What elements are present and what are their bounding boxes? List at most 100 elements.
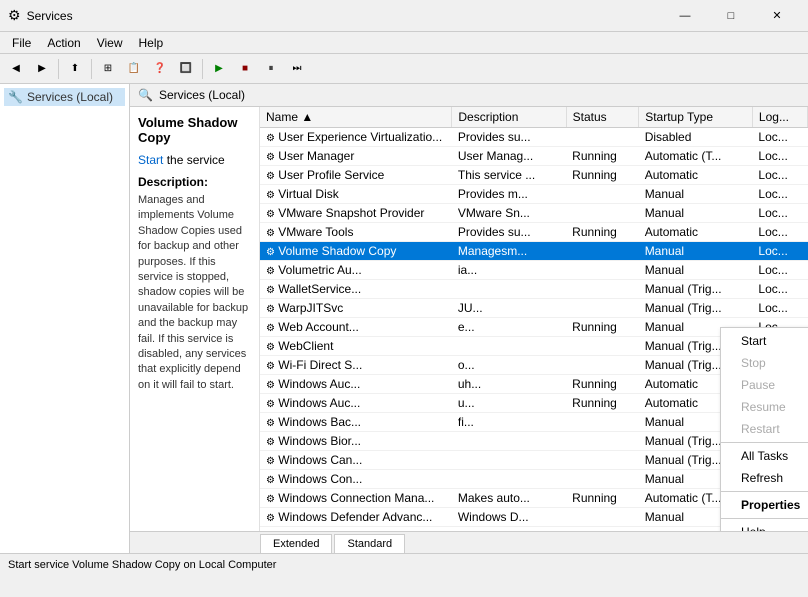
table-row[interactable]: ⚙ WalletService...Manual (Trig...Loc... (260, 280, 808, 299)
table-row[interactable]: ⚙ VMware ToolsProvides su...RunningAutom… (260, 223, 808, 242)
context-menu-separator (721, 518, 808, 519)
service-icon: ⚙ (266, 494, 275, 505)
window-title: Services (27, 9, 662, 23)
tab-bar: Extended Standard (130, 531, 808, 553)
context-menu-item-refresh[interactable]: Refresh (721, 467, 808, 489)
context-menu-item-all-tasks[interactable]: All Tasks▶ (721, 445, 808, 467)
detail-title: Volume Shadow Copy (138, 115, 251, 145)
close-button[interactable]: ✕ (754, 0, 800, 32)
menu-view[interactable]: View (89, 34, 131, 52)
table-row[interactable]: ⚙ User ManagerUser Manag...RunningAutoma… (260, 147, 808, 166)
ctx-item-label: Resume (741, 400, 786, 414)
service-icon: ⚙ (266, 456, 275, 467)
content-header-icon: 🔍 (138, 88, 153, 102)
pause-service-toolbar-button[interactable]: ⏸ (259, 57, 283, 81)
context-menu-item-help[interactable]: Help (721, 521, 808, 531)
content-header: 🔍 Services (Local) (130, 84, 808, 107)
detail-panel: Volume Shadow Copy Start the service Des… (130, 107, 260, 531)
service-icon: ⚙ (266, 475, 275, 486)
maximize-button[interactable]: □ (708, 0, 754, 32)
toolbar-separator-2 (91, 59, 92, 79)
resume-service-toolbar-button[interactable]: ⏭ (285, 57, 309, 81)
service-icon: ⚙ (266, 247, 275, 258)
ctx-item-label: Refresh (741, 471, 783, 485)
services-local-icon: 🔧 (8, 90, 23, 104)
context-menu-item-start[interactable]: Start (721, 330, 808, 352)
new-toolbar-button[interactable]: 🔲 (174, 57, 198, 81)
context-menu: Start Stop Pause Resume Restart All Tasks▶ Ref… (720, 327, 808, 531)
minimize-button[interactable]: — (662, 0, 708, 32)
toolbar: ◀ ▶ ⬆ ⊞ 📋 ❓ 🔲 ▶ ■ ⏸ ⏭ (0, 54, 808, 84)
service-icon: ⚙ (266, 361, 275, 372)
context-menu-separator (721, 491, 808, 492)
properties-toolbar-button[interactable]: 📋 (122, 57, 146, 81)
sidebar-item-label: Services (Local) (27, 90, 113, 104)
col-status[interactable]: Status (566, 107, 639, 128)
context-menu-item-resume: Resume (721, 396, 808, 418)
sidebar: 🔧 Services (Local) (0, 84, 130, 553)
table-row[interactable]: ⚙ Virtual DiskProvides m...ManualLoc... (260, 185, 808, 204)
menu-action[interactable]: Action (39, 34, 88, 52)
service-icon: ⚙ (266, 437, 275, 448)
col-startup[interactable]: Startup Type (639, 107, 753, 128)
window-controls: — □ ✕ (662, 0, 800, 32)
main-content: 🔧 Services (Local) 🔍 Services (Local) Vo… (0, 84, 808, 553)
table-row[interactable]: ⚙ User Profile ServiceThis service ...Ru… (260, 166, 808, 185)
service-icon: ⚙ (266, 228, 275, 239)
table-header-row: Name ▲ Description Status Startup Type L… (260, 107, 808, 128)
context-menu-item-properties[interactable]: Properties (721, 494, 808, 516)
content-header-label: Services (Local) (159, 88, 245, 102)
service-icon: ⚙ (266, 152, 275, 163)
ctx-item-label: Stop (741, 356, 766, 370)
forward-button[interactable]: ▶ (30, 57, 54, 81)
menu-file[interactable]: File (4, 34, 39, 52)
service-icon: ⚙ (266, 209, 275, 220)
toolbar-separator-3 (202, 59, 203, 79)
table-row[interactable]: ⚙ Volume Shadow CopyManagesm...ManualLoc… (260, 242, 808, 261)
status-text: Start service Volume Shadow Copy on Loca… (8, 559, 276, 571)
tab-extended[interactable]: Extended (260, 534, 332, 553)
service-icon: ⚙ (266, 380, 275, 391)
table-row[interactable]: ⚙ Volumetric Au...ia...ManualLoc... (260, 261, 808, 280)
menu-help[interactable]: Help (131, 34, 172, 52)
help-toolbar-button[interactable]: ❓ (148, 57, 172, 81)
stop-service-toolbar-button[interactable]: ■ (233, 57, 257, 81)
services-table-area[interactable]: Name ▲ Description Status Startup Type L… (260, 107, 808, 531)
start-service-toolbar-button[interactable]: ▶ (207, 57, 231, 81)
col-name[interactable]: Name ▲ (260, 107, 452, 128)
service-icon: ⚙ (266, 513, 275, 524)
table-row[interactable]: ⚙ VMware Snapshot ProviderVMware Sn...Ma… (260, 204, 808, 223)
service-icon: ⚙ (266, 323, 275, 334)
show-hide-button[interactable]: ⊞ (96, 57, 120, 81)
title-bar: ⚙ Services — □ ✕ (0, 0, 808, 32)
description-text: Manages and implements Volume Shadow Cop… (138, 193, 251, 393)
start-service-link[interactable]: Start (138, 153, 163, 167)
service-icon: ⚙ (266, 399, 275, 410)
content-pane: 🔍 Services (Local) Volume Shadow Copy St… (130, 84, 808, 553)
col-description[interactable]: Description (452, 107, 566, 128)
service-icon: ⚙ (266, 266, 275, 277)
sidebar-item-services-local[interactable]: 🔧 Services (Local) (4, 88, 125, 106)
table-row[interactable]: ⚙ WarpJITSvcJU...Manual (Trig...Loc... (260, 299, 808, 318)
context-menu-separator (721, 442, 808, 443)
ctx-item-label: All Tasks (741, 449, 788, 463)
ctx-item-label: Restart (741, 422, 780, 436)
back-button[interactable]: ◀ (4, 57, 28, 81)
context-menu-item-restart: Restart (721, 418, 808, 440)
toolbar-separator-1 (58, 59, 59, 79)
service-icon: ⚙ (266, 285, 275, 296)
context-menu-item-pause: Pause (721, 374, 808, 396)
service-icon: ⚙ (266, 133, 275, 144)
col-log[interactable]: Log... (752, 107, 807, 128)
ctx-item-label: Pause (741, 378, 775, 392)
table-row[interactable]: ⚙ User Experience Virtualizatio...Provid… (260, 128, 808, 147)
service-icon: ⚙ (266, 171, 275, 182)
window-icon: ⚙ (8, 7, 21, 24)
service-icon: ⚙ (266, 418, 275, 429)
ctx-item-label: Start (741, 334, 766, 348)
context-menu-item-stop: Stop (721, 352, 808, 374)
status-bar: Start service Volume Shadow Copy on Loca… (0, 553, 808, 575)
ctx-item-label: Properties (741, 498, 800, 512)
up-button[interactable]: ⬆ (63, 57, 87, 81)
tab-standard[interactable]: Standard (334, 534, 405, 553)
